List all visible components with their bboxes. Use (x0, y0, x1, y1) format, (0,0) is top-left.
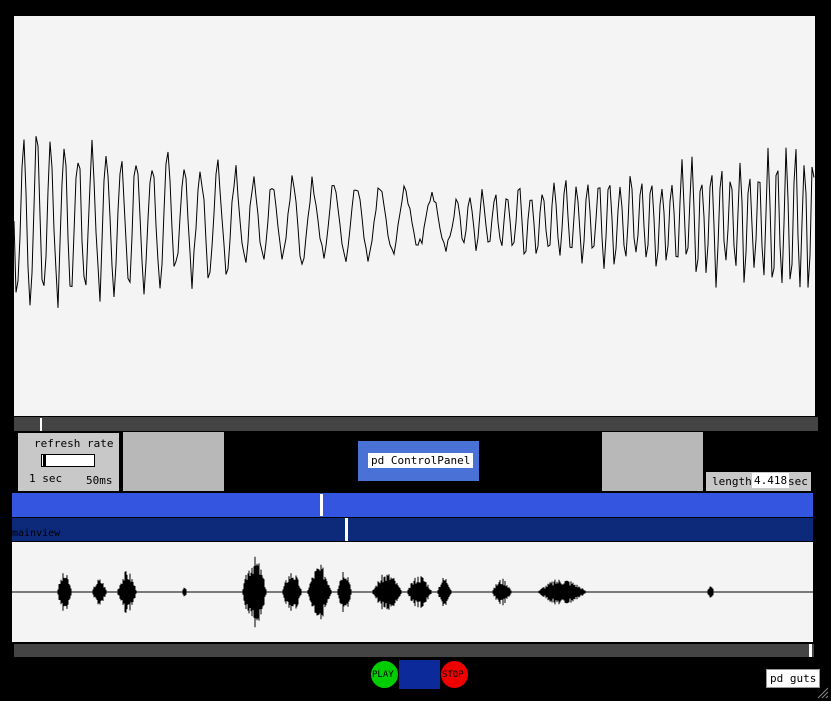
control-panel-subpatch[interactable]: pd ControlPanel (358, 441, 479, 481)
pd-guts-label: pd guts (770, 672, 817, 685)
main-view-scrollbar[interactable] (14, 417, 818, 431)
stop-button-label: STOP (442, 670, 464, 680)
length-label: length (712, 475, 752, 488)
main-view-scroll-thumb[interactable] (40, 418, 42, 431)
main-waveform-trace (14, 136, 815, 308)
waveform-overview-graph (12, 556, 813, 628)
transport-indicator (399, 660, 440, 689)
length-value: 4.418 (752, 473, 790, 488)
position-slider[interactable] (12, 493, 813, 517)
refresh-rate-panel: refresh rate 1 sec 50ms (18, 433, 119, 491)
length-unit: sec (788, 475, 808, 488)
waveform-main-graph (14, 136, 815, 308)
canvas-block-left (123, 432, 224, 491)
mainview-slider-cursor[interactable] (345, 518, 348, 541)
play-button-label: PLAY (372, 670, 394, 680)
overview-waveform-trace (12, 556, 813, 628)
resize-grip-icon[interactable] (815, 685, 829, 699)
mainview-label: mainview (12, 528, 61, 539)
pd-guts-subpatch[interactable]: pd guts (766, 669, 821, 688)
refresh-rate-max-label: 50ms (86, 474, 113, 487)
overview-scrollbar[interactable] (14, 644, 814, 657)
length-display: length 4.418 sec (706, 472, 811, 491)
refresh-rate-label: refresh rate (34, 437, 114, 450)
mainview-slider[interactable]: mainview (12, 518, 813, 541)
overview-scroll-thumb[interactable] (809, 644, 812, 657)
play-button[interactable]: PLAY (370, 660, 399, 689)
waveform-overview[interactable] (12, 542, 813, 642)
stop-button[interactable]: STOP (440, 660, 469, 689)
refresh-rate-min-label: 1 sec (29, 472, 63, 485)
waveform-main-view[interactable] (14, 16, 815, 416)
control-panel-label[interactable]: pd ControlPanel (368, 453, 474, 468)
canvas-block-right (602, 432, 703, 491)
refresh-rate-slider[interactable] (41, 454, 95, 467)
position-slider-cursor[interactable] (320, 494, 323, 516)
refresh-rate-slider-knob[interactable] (43, 455, 46, 466)
